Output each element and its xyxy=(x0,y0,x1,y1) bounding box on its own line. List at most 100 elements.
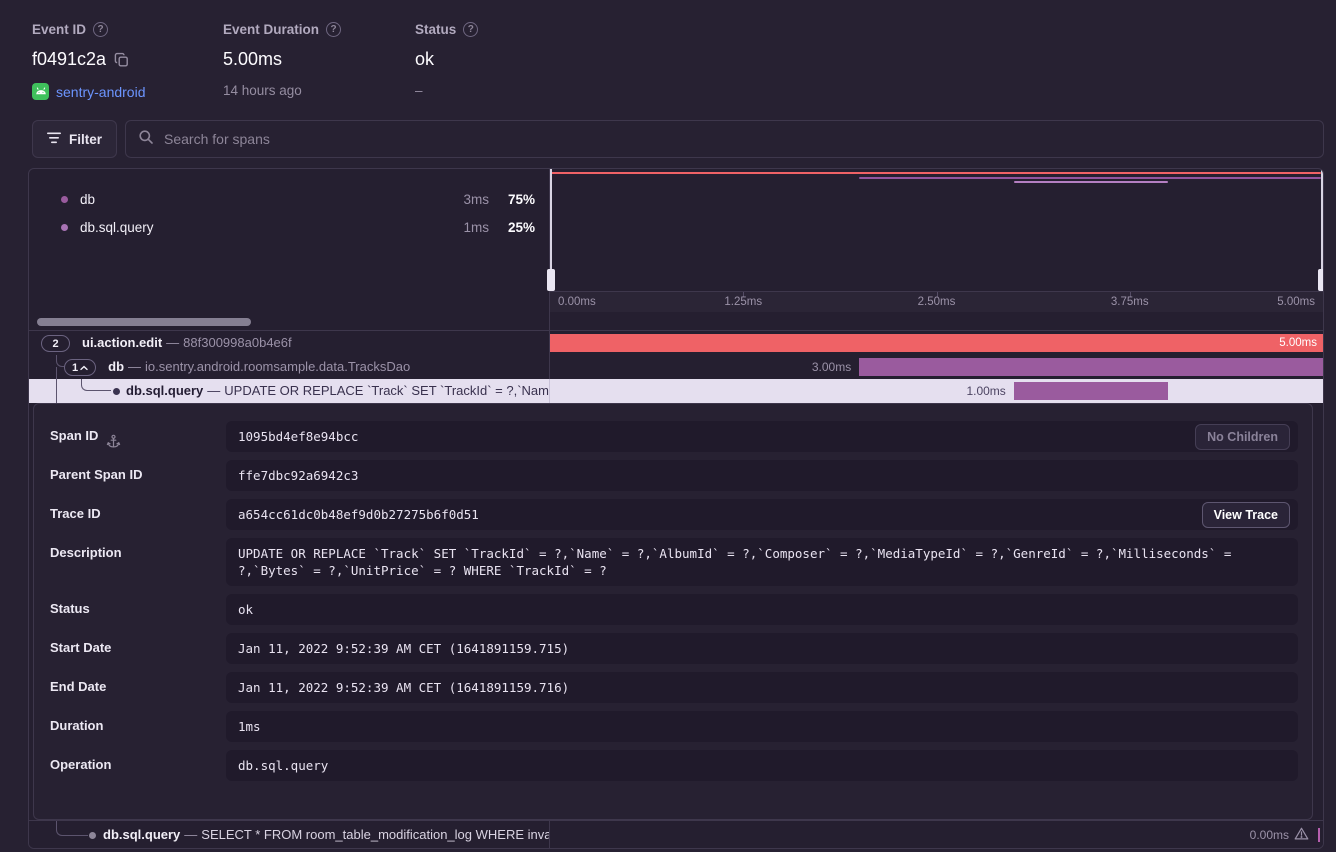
axis-tick-label: 5.00ms xyxy=(1277,296,1315,308)
anchor-icon[interactable] xyxy=(106,434,121,452)
leaf-dot xyxy=(113,388,120,395)
span-desc: 88f300998a0b4e6f xyxy=(183,335,291,350)
span-desc: SELECT * FROM room_table_modification_lo… xyxy=(201,827,549,842)
operation-value: db.sql.query xyxy=(226,750,1298,781)
filter-button[interactable]: Filter xyxy=(32,120,117,158)
span-desc: UPDATE OR REPLACE `Track` SET `TrackId` … xyxy=(224,383,549,398)
leaf-dot xyxy=(89,832,96,839)
op-name: db xyxy=(80,192,447,207)
axis-tick-label: 2.50ms xyxy=(918,296,956,308)
span-search xyxy=(125,120,1324,158)
event-duration-value: 5.00ms xyxy=(223,49,282,70)
status-label: Status xyxy=(415,22,456,37)
help-icon[interactable]: ? xyxy=(463,22,478,37)
detail-row-operation: Operation db.sql.query xyxy=(50,750,1298,781)
minimap-span-db-sql-query xyxy=(1014,181,1169,183)
parent-span-id-value: ffe7dbc92a6942c3 xyxy=(226,460,1298,491)
event-duration-block: Event Duration ? 5.00ms 14 hours ago xyxy=(223,22,415,112)
span-detail-page: Event ID ? f0491c2a xyxy=(0,0,1336,852)
status-value: ok xyxy=(226,594,1298,625)
op-percent: 75% xyxy=(489,192,535,207)
children-count-badge[interactable]: 2 xyxy=(41,335,70,352)
view-trace-button[interactable]: View Trace xyxy=(1202,502,1290,528)
minimap-span-db xyxy=(859,177,1321,179)
event-id-value: f0491c2a xyxy=(32,49,106,70)
detail-label: Operation xyxy=(50,757,111,772)
event-header: Event ID ? f0491c2a xyxy=(0,0,1336,112)
op-color-dot xyxy=(61,224,68,231)
tree-line xyxy=(56,367,57,379)
detail-label: Span ID xyxy=(50,428,98,443)
tree-scrollbar-row xyxy=(29,313,1323,331)
description-value: UPDATE OR REPLACE `Track` SET `TrackId` … xyxy=(226,538,1298,586)
span-bar-db[interactable] xyxy=(859,358,1323,376)
filter-icon xyxy=(47,132,61,147)
span-op: ui.action.edit xyxy=(82,335,162,350)
span-duration-label: 3.00ms xyxy=(812,358,851,376)
span-row-db-sql-query-selected[interactable]: db.sql.query—UPDATE OR REPLACE `Track` S… xyxy=(29,379,1323,403)
ops-breakdown-row-db: db 3ms 75% xyxy=(61,185,535,213)
detail-row-trace-id: Trace ID a654cc61dc0b48ef9d0b27275b6f0d5… xyxy=(50,499,1298,530)
detail-label: Start Date xyxy=(50,640,111,655)
start-date-value: Jan 11, 2022 9:52:39 AM CET (1641891159.… xyxy=(226,633,1298,664)
minimap-span-ui-action-edit xyxy=(550,172,1321,174)
span-bar-db-sql-query[interactable] xyxy=(1014,382,1169,400)
search-icon xyxy=(138,129,154,150)
help-icon[interactable]: ? xyxy=(326,22,341,37)
tree-line xyxy=(56,379,57,403)
span-id-value: 1095bd4ef8e94bcc xyxy=(226,421,1298,452)
minimap-canvas[interactable] xyxy=(550,169,1323,291)
event-duration-label: Event Duration xyxy=(223,22,319,37)
ops-breakdown-row-db-sql-query: db.sql.query 1ms 25% xyxy=(61,213,535,241)
detail-label: Description xyxy=(50,545,122,560)
axis-tick-label: 3.75ms xyxy=(1111,296,1149,308)
zero-duration-span-marker xyxy=(1318,828,1320,842)
filter-button-label: Filter xyxy=(69,132,102,147)
detail-row-duration: Duration 1ms xyxy=(50,711,1298,742)
ops-breakdown: db 3ms 75% db.sql.query 1ms 25% xyxy=(29,169,549,313)
detail-label: Duration xyxy=(50,718,103,733)
expand-collapse-badge[interactable]: 1 xyxy=(64,359,96,376)
op-percent: 25% xyxy=(489,220,535,235)
android-platform-icon xyxy=(32,83,49,100)
end-date-value: Jan 11, 2022 9:52:39 AM CET (1641891159.… xyxy=(226,672,1298,703)
horizontal-scrollbar-thumb[interactable] xyxy=(37,318,251,326)
span-row-ui-action-edit[interactable]: 2 ui.action.edit—88f300998a0b4e6f 5.00ms xyxy=(29,331,1323,355)
detail-row-status: Status ok xyxy=(50,594,1298,625)
event-id-label: Event ID xyxy=(32,22,86,37)
minimap-right-handle[interactable] xyxy=(1321,169,1323,291)
chevron-up-icon xyxy=(80,365,88,371)
axis-tick-label: 1.25ms xyxy=(724,296,762,308)
tree-connector xyxy=(81,379,111,391)
span-op: db.sql.query xyxy=(103,827,180,842)
duration-value: 1ms xyxy=(226,711,1298,742)
detail-label: Trace ID xyxy=(50,506,101,521)
op-duration: 1ms xyxy=(447,220,489,235)
trace-view-panel: db 3ms 75% db.sql.query 1ms 25% xyxy=(28,168,1324,849)
project-link[interactable]: sentry-android xyxy=(56,84,146,100)
copy-icon[interactable] xyxy=(114,52,130,68)
tree-connector xyxy=(56,355,64,367)
span-row-db-sql-query-select[interactable]: db.sql.query—SELECT * FROM room_table_mo… xyxy=(29,820,1323,848)
search-input[interactable] xyxy=(164,131,1311,147)
event-status-block: Status ? ok – xyxy=(415,22,478,112)
help-icon[interactable]: ? xyxy=(93,22,108,37)
spans-toolbar: Filter xyxy=(32,120,1324,158)
tree-connector xyxy=(56,821,88,836)
event-id-block: Event ID ? f0491c2a xyxy=(32,22,223,112)
detail-row-description: Description UPDATE OR REPLACE `Track` SE… xyxy=(50,538,1298,586)
axis-tick-label: 0.00ms xyxy=(558,296,596,308)
span-bar-ui-action-edit[interactable]: 5.00ms xyxy=(550,334,1323,352)
span-op: db xyxy=(108,359,124,374)
detail-label: Status xyxy=(50,601,90,616)
trace-minimap[interactable]: 0.00ms 1.25ms 2.50ms 3.75ms 5.00ms xyxy=(549,169,1323,313)
detail-row-start-date: Start Date Jan 11, 2022 9:52:39 AM CET (… xyxy=(50,633,1298,664)
minimap-left-handle[interactable] xyxy=(550,169,552,291)
detail-label: End Date xyxy=(50,679,106,694)
op-duration: 3ms xyxy=(447,192,489,207)
detail-row-span-id: Span ID 1095bd4ef8e94bcc No Children xyxy=(50,421,1298,452)
status-sub: – xyxy=(415,83,423,98)
span-row-db[interactable]: 1 db—io.sentry.android.roomsample.data.T… xyxy=(29,355,1323,379)
time-axis: 0.00ms 1.25ms 2.50ms 3.75ms 5.00ms xyxy=(550,291,1323,312)
span-op: db.sql.query xyxy=(126,383,203,398)
